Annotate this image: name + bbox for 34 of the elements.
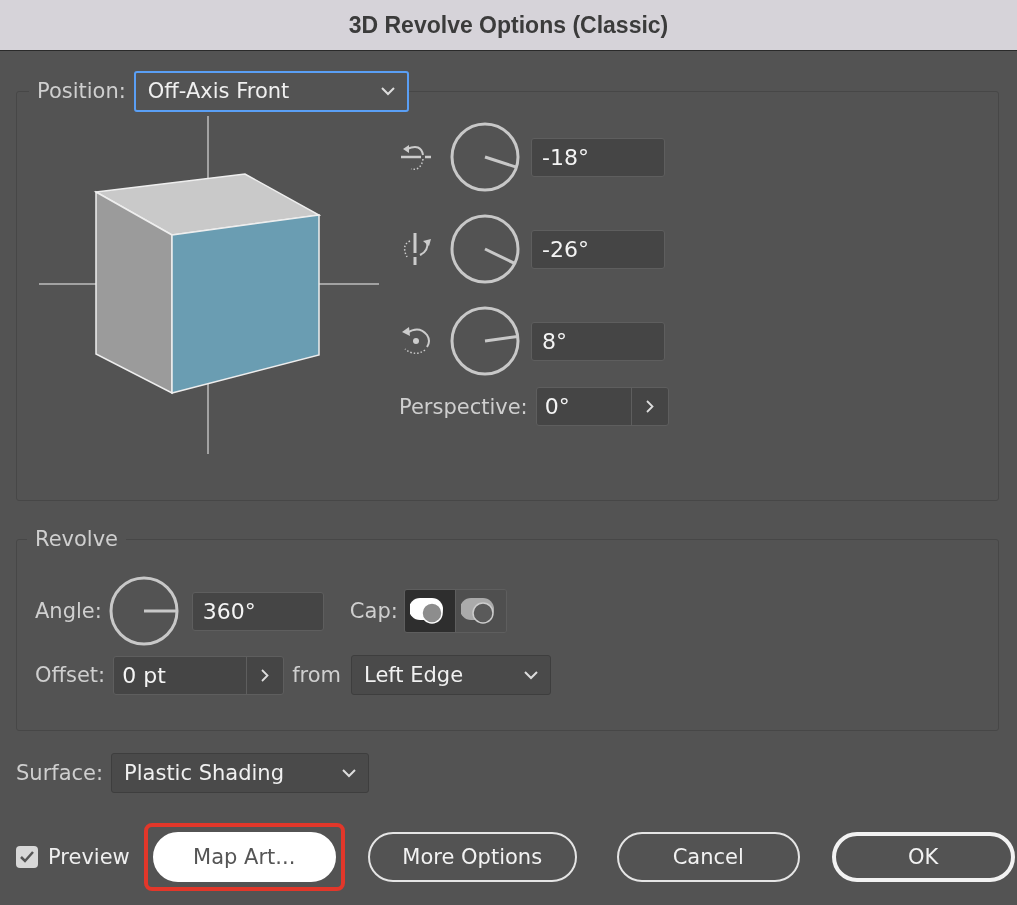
chevron-right-icon bbox=[261, 668, 270, 682]
angle-dial[interactable] bbox=[449, 121, 521, 193]
cap-off-button[interactable] bbox=[454, 590, 506, 632]
perspective-label: Perspective: bbox=[399, 394, 528, 419]
angle-field[interactable]: 8° bbox=[531, 321, 665, 361]
cap-on-button[interactable] bbox=[404, 590, 455, 632]
window-title: 3D Revolve Options (Classic) bbox=[348, 11, 669, 39]
dialog-button[interactable]: More Options bbox=[367, 832, 577, 882]
checkmark-icon bbox=[19, 850, 35, 864]
angle-dial[interactable] bbox=[449, 305, 521, 377]
preview-label: Preview bbox=[48, 845, 130, 869]
angle-field[interactable]: 360° bbox=[191, 591, 324, 631]
chevron-down-icon bbox=[524, 670, 539, 680]
cap-label: Cap: bbox=[349, 599, 398, 623]
perspective-field[interactable]: 0° bbox=[535, 387, 669, 426]
angle-field[interactable]: -18° bbox=[531, 137, 665, 177]
offset-field[interactable]: 0 pt bbox=[113, 655, 285, 695]
dialog-button[interactable]: OK bbox=[831, 832, 1015, 882]
offset-label: Offset: bbox=[35, 663, 106, 687]
dialog-button[interactable]: Cancel bbox=[616, 832, 800, 882]
from-label: from bbox=[292, 663, 342, 687]
surface-dropdown[interactable]: Plastic Shading bbox=[111, 753, 370, 793]
surface-label: Surface: bbox=[16, 761, 104, 785]
angle-dial[interactable] bbox=[449, 213, 521, 285]
chevron-down-icon bbox=[380, 86, 395, 96]
angle-label: Angle: bbox=[35, 599, 102, 623]
chevron-down-icon bbox=[342, 768, 357, 778]
edge-dropdown[interactable]: Left Edge bbox=[351, 655, 552, 695]
position-dropdown[interactable]: Off-Axis Front bbox=[133, 70, 409, 112]
preview-checkbox[interactable] bbox=[16, 846, 38, 868]
angle-field[interactable]: -26° bbox=[531, 229, 665, 269]
dialog-button[interactable]: Map Art... bbox=[152, 832, 336, 882]
angle-dial[interactable] bbox=[107, 575, 180, 647]
chevron-right-icon bbox=[645, 400, 654, 413]
